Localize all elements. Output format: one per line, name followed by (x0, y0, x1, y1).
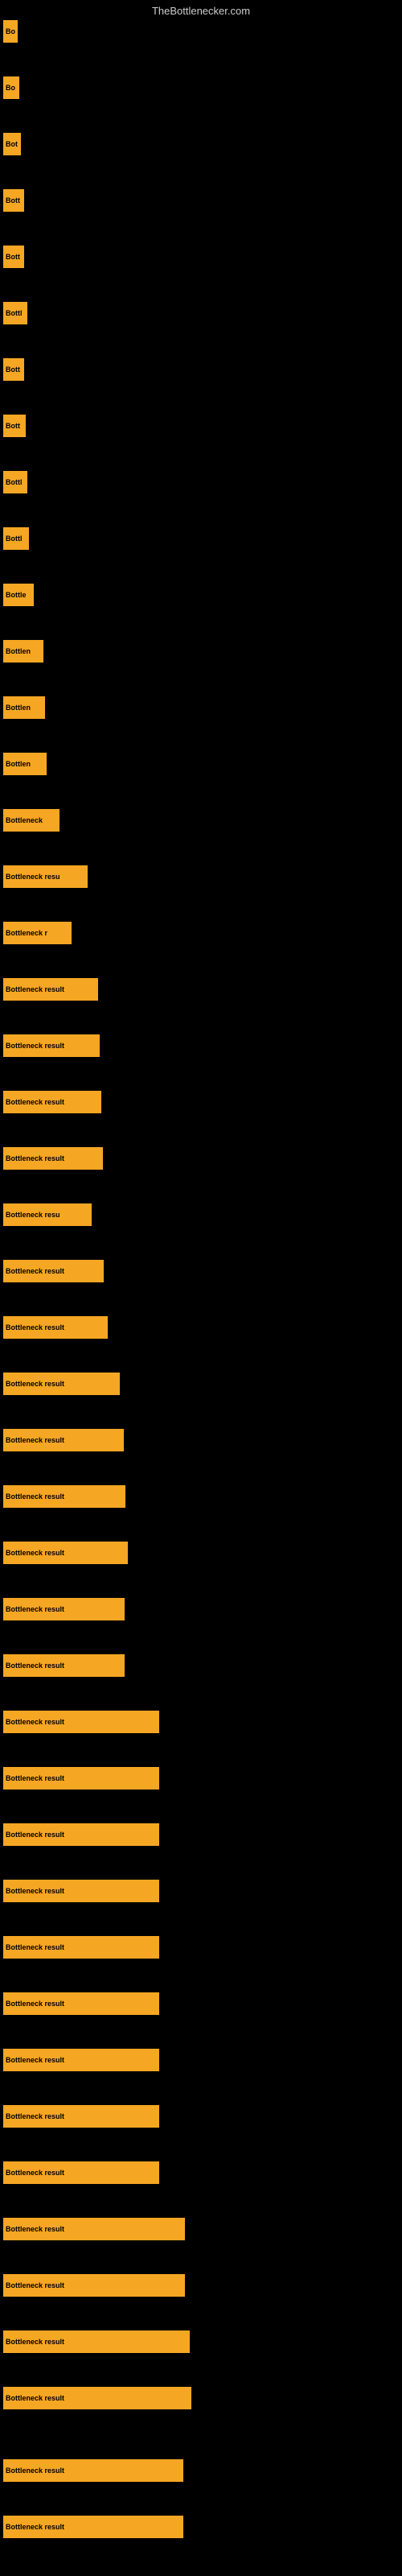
bar-label: Bottleneck result (6, 1831, 64, 1839)
bar-row: Bottle (3, 584, 34, 606)
bar-label: Bottleneck result (6, 1943, 64, 1951)
bar-row: Bottlen (3, 640, 43, 663)
bar-row: Bottleneck resu (3, 865, 88, 888)
bar-label: Bottleneck resu (6, 873, 60, 881)
bar-label: Bottleneck result (6, 2056, 64, 2064)
bar-label: Bott (6, 253, 20, 261)
bar-row: Bottleneck result (3, 1711, 159, 1733)
bar-row: Bottleneck result (3, 978, 98, 1001)
bar-label: Bottleneck result (6, 2523, 64, 2531)
bar-label: Bo (6, 84, 15, 92)
bar-row: Bottleneck result (3, 1598, 125, 1620)
bar-label: Bottlen (6, 760, 31, 768)
bar-row: Bottleneck r (3, 922, 72, 944)
bar-label: Bottlen (6, 647, 31, 655)
bar-row: Bottleneck result (3, 2274, 185, 2297)
bar-row: Bott (3, 246, 24, 268)
bar-label: Bottleneck result (6, 2000, 64, 2008)
bar-label: Bottleneck result (6, 1774, 64, 1782)
bar-row: Bottlen (3, 753, 47, 775)
bar-row: Bottleneck result (3, 1373, 120, 1395)
bar-row: Bottleneck result (3, 2105, 159, 2128)
bar-label: Bottleneck resu (6, 1211, 60, 1219)
bar-row: Bottleneck result (3, 2218, 185, 2240)
bar-label: Bottleneck result (6, 2394, 64, 2402)
bar-row: Bottleneck result (3, 1485, 125, 1508)
bar-label: Bottl (6, 478, 23, 486)
bar-row: Bottleneck result (3, 1542, 128, 1564)
bar-label: Bottleneck result (6, 1436, 64, 1444)
bar-row: Bottleneck result (3, 1992, 159, 2015)
bar-row: Bottleneck result (3, 2459, 183, 2482)
bar-label: Bott (6, 365, 20, 374)
bar-row: Bottleneck (3, 809, 59, 832)
bar-label: Bottleneck result (6, 1549, 64, 1557)
bar-row: Bottlen (3, 696, 45, 719)
bar-row: Bottleneck result (3, 2516, 183, 2538)
bar-row: Bottleneck result (3, 1823, 159, 1846)
bar-row: Bottleneck result (3, 1034, 100, 1057)
bar-row: Bottleneck result (3, 1880, 159, 1902)
bar-row: Bot (3, 133, 21, 155)
bar-label: Bottleneck result (6, 1492, 64, 1501)
bar-label: Bottleneck result (6, 1887, 64, 1895)
bar-label: Bottleneck result (6, 1154, 64, 1162)
bar-label: Bottle (6, 591, 27, 599)
bar-label: Bottleneck result (6, 1042, 64, 1050)
bar-label: Bottl (6, 535, 23, 543)
bar-row: Bottleneck resu (3, 1203, 92, 1226)
site-title: TheBottlenecker.com (0, 0, 402, 20)
bar-label: Bot (6, 140, 18, 148)
bar-row: Bottleneck result (3, 1767, 159, 1790)
bar-label: Bottleneck result (6, 1662, 64, 1670)
bar-row: Bottl (3, 471, 27, 493)
bar-label: Bottleneck result (6, 1098, 64, 1106)
bar-row: Bottleneck result (3, 1654, 125, 1677)
bar-label: Bottleneck (6, 816, 43, 824)
bar-label: Bottleneck result (6, 1323, 64, 1331)
bar-row: Bottleneck result (3, 1091, 101, 1113)
bar-label: Bottlen (6, 704, 31, 712)
bar-row: Bottleneck result (3, 2161, 159, 2184)
bar-row: Bottleneck result (3, 1316, 108, 1339)
bar-row: Bottl (3, 302, 27, 324)
bar-row: Bottl (3, 527, 29, 550)
bar-label: Bottleneck result (6, 2112, 64, 2120)
bar-label: Bott (6, 422, 20, 430)
bar-row: Bottleneck result (3, 1936, 159, 1959)
bar-label: Bottleneck result (6, 2338, 64, 2346)
bar-label: Bottleneck result (6, 2225, 64, 2233)
bar-row: Bottleneck result (3, 2330, 190, 2353)
bar-label: Bottleneck result (6, 1380, 64, 1388)
bar-row: Bott (3, 415, 26, 437)
bar-row: Bott (3, 189, 24, 212)
bar-row: Bott (3, 358, 24, 381)
bar-label: Bottleneck result (6, 2169, 64, 2177)
bar-label: Bo (6, 27, 15, 35)
bar-label: Bottleneck result (6, 1605, 64, 1613)
bar-row: Bottleneck result (3, 1260, 104, 1282)
bar-label: Bott (6, 196, 20, 204)
bar-row: Bottleneck result (3, 2049, 159, 2071)
bar-row: Bo (3, 20, 18, 43)
bar-label: Bottleneck result (6, 1718, 64, 1726)
bar-label: Bottleneck result (6, 985, 64, 993)
bar-row: Bo (3, 76, 19, 99)
bar-label: Bottleneck r (6, 929, 47, 937)
bar-label: Bottleneck result (6, 1267, 64, 1275)
bar-row: Bottleneck result (3, 1147, 103, 1170)
bar-row: Bottleneck result (3, 2387, 191, 2409)
bar-label: Bottl (6, 309, 23, 317)
bar-row: Bottleneck result (3, 1429, 124, 1451)
bar-label: Bottleneck result (6, 2467, 64, 2475)
bar-label: Bottleneck result (6, 2281, 64, 2289)
